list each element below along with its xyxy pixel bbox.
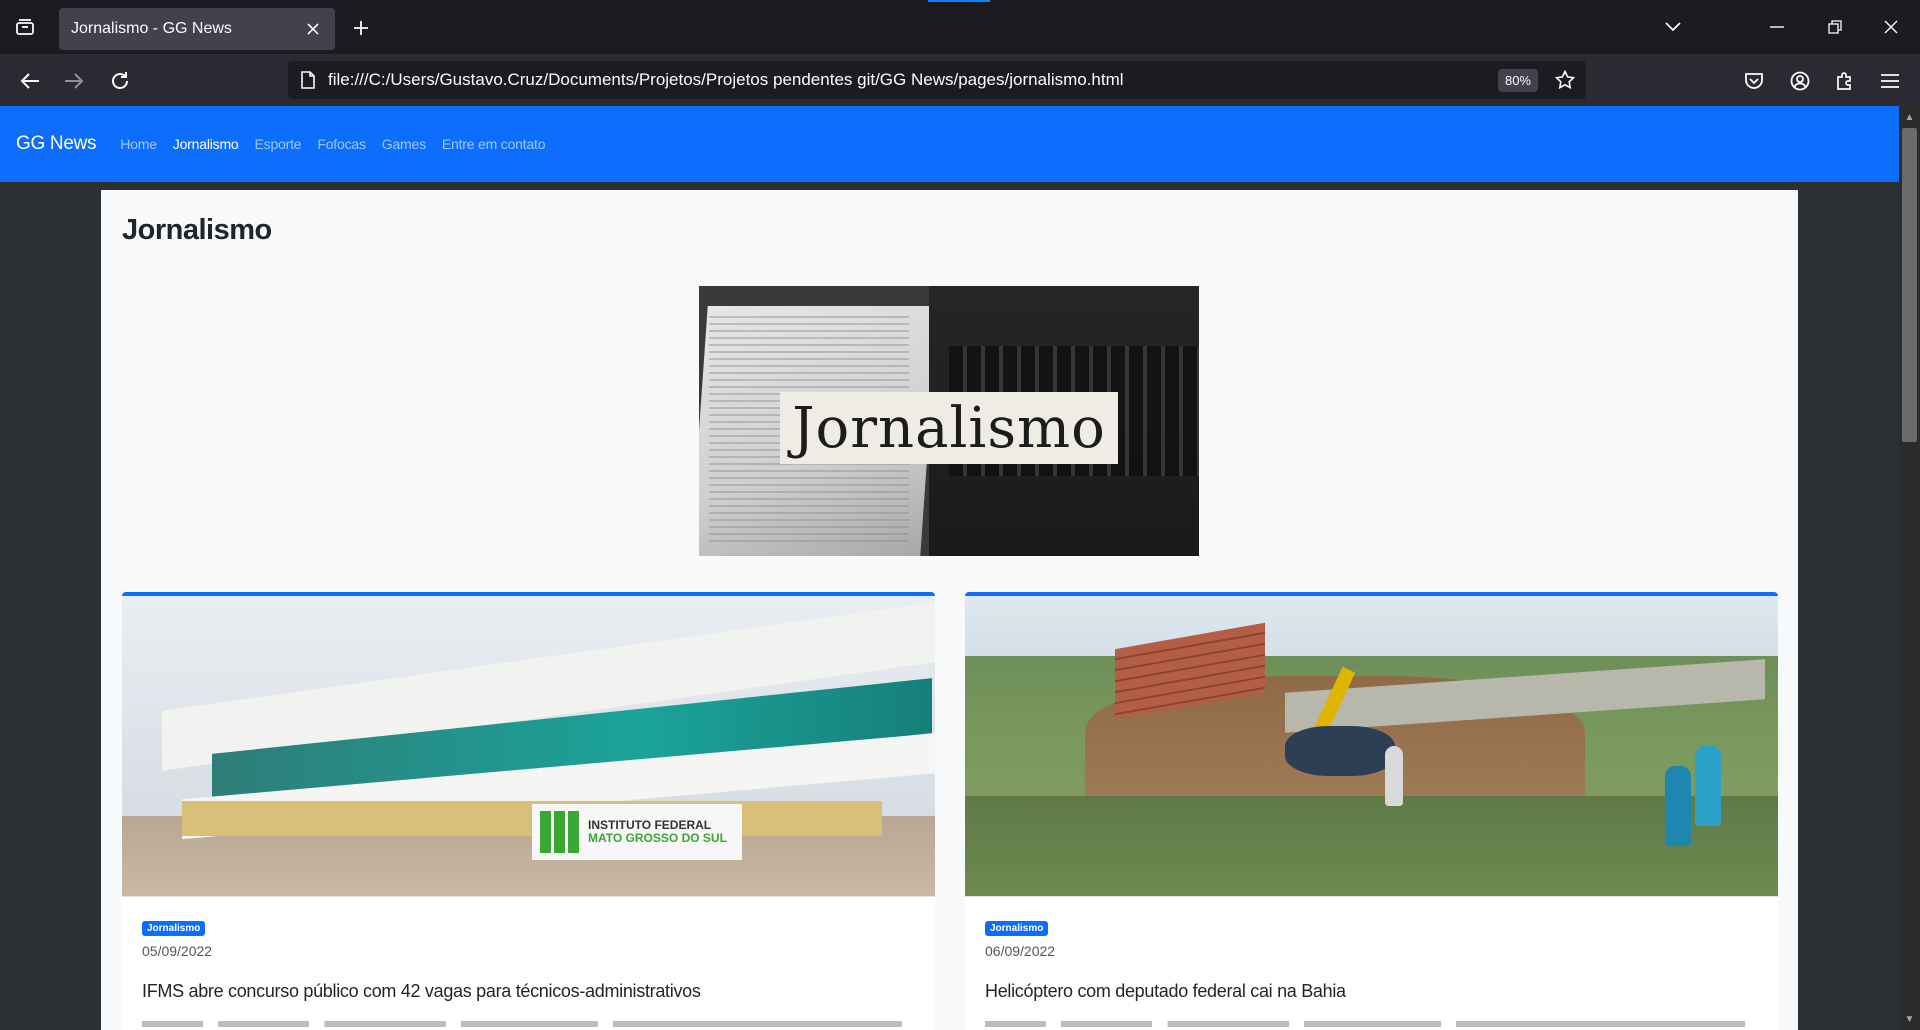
scrollbar-thumb[interactable] (1902, 128, 1917, 442)
site-navbar: GG News Home Jornalismo Esporte Fofocas … (0, 106, 1899, 182)
institute-logo-icon (540, 811, 580, 853)
puzzle-icon[interactable] (1829, 65, 1861, 97)
image-helicopter (1285, 726, 1395, 776)
nav-link-games[interactable]: Games (382, 136, 426, 152)
tab-title: Jornalismo - GG News (71, 20, 232, 37)
minimize-icon[interactable] (1760, 12, 1794, 42)
nav-link-jornalismo[interactable]: Jornalismo (173, 136, 239, 152)
page-title: Jornalismo (122, 214, 272, 246)
page-icon (288, 61, 328, 99)
nav-link-fofocas[interactable]: Fofocas (317, 136, 366, 152)
scroll-up-icon[interactable]: ▲ (1899, 108, 1920, 126)
hero-label: Jornalismo (780, 392, 1118, 464)
page-viewport: GG News Home Jornalismo Esporte Fofocas … (0, 106, 1899, 1030)
news-excerpt-cropped (142, 1021, 902, 1027)
category-badge: Jornalismo (142, 921, 206, 936)
zoom-level-badge[interactable]: 80% (1497, 68, 1538, 92)
address-bar[interactable]: file:///C:/Users/Gustavo.Cruz/Documents/… (288, 61, 1586, 99)
url-text[interactable]: file:///C:/Users/Gustavo.Cruz/Documents/… (328, 70, 1498, 90)
nav-link-contato[interactable]: Entre em contato (442, 136, 546, 152)
news-excerpt-cropped (985, 1021, 1745, 1027)
news-date: 05/09/2022 (142, 943, 213, 959)
arrow-left-icon[interactable] (14, 65, 46, 97)
nav-link-home[interactable]: Home (120, 136, 157, 152)
news-card-image[interactable] (965, 596, 1778, 896)
page-scrollbar[interactable]: ▲ ▼ (1899, 106, 1920, 1030)
browser-toolbar: file:///C:/Users/Gustavo.Cruz/Documents/… (0, 54, 1920, 106)
scroll-down-icon[interactable]: ▼ (1899, 1010, 1920, 1028)
close-icon[interactable] (303, 19, 323, 39)
pocket-icon[interactable] (1738, 65, 1770, 97)
news-card-2[interactable]: Jornalismo 06/09/2022 Helicóptero com de… (965, 592, 1778, 1030)
chevron-down-icon[interactable] (1656, 12, 1690, 42)
site-brand[interactable]: GG News (16, 133, 97, 155)
star-icon[interactable] (1548, 63, 1582, 97)
news-title[interactable]: IFMS abre concurso público com 42 vagas … (142, 981, 701, 1002)
image-institute-sign: INSTITUTO FEDERAL MATO GROSSO DO SUL (532, 804, 742, 860)
hamburger-icon[interactable] (1874, 65, 1906, 97)
news-card-body: Jornalismo 05/09/2022 IFMS abre concurso… (122, 896, 935, 1030)
image-grass (965, 796, 1778, 896)
news-date: 06/09/2022 (985, 943, 1056, 959)
image-person (1695, 746, 1721, 826)
arrow-right-icon[interactable] (58, 65, 90, 97)
image-person (1665, 766, 1691, 846)
news-card-1[interactable]: INSTITUTO FEDERAL MATO GROSSO DO SUL Jor… (122, 592, 935, 1030)
reload-icon[interactable] (104, 65, 136, 97)
news-card-image[interactable]: INSTITUTO FEDERAL MATO GROSSO DO SUL (122, 596, 935, 896)
news-title[interactable]: Helicóptero com deputado federal cai na … (985, 981, 1346, 1002)
news-card-body: Jornalismo 06/09/2022 Helicóptero com de… (965, 896, 1778, 1030)
hero-image: Jornalismo (699, 286, 1199, 556)
institute-sign-line2: MATO GROSSO DO SUL (588, 831, 727, 845)
browser-tab-active[interactable]: Jornalismo - GG News (59, 8, 335, 50)
nav-link-esporte[interactable]: Esporte (255, 136, 302, 152)
hero-label-text: Jornalismo (792, 395, 1106, 461)
account-icon[interactable] (1784, 65, 1816, 97)
browser-tab-bar: Jornalismo - GG News (0, 0, 1920, 54)
institute-sign-text: INSTITUTO FEDERAL MATO GROSSO DO SUL (588, 819, 727, 845)
tab-strip-indicator (928, 0, 990, 2)
close-window-icon[interactable] (1874, 12, 1908, 42)
plus-icon[interactable] (346, 13, 376, 43)
image-person (1385, 746, 1403, 806)
category-badge: Jornalismo (985, 921, 1049, 936)
restore-icon[interactable] (1818, 12, 1852, 42)
tab-list-icon[interactable] (10, 12, 40, 42)
main-container: Jornalismo Jornalismo INSTITUTO FEDERAL … (101, 190, 1798, 1030)
